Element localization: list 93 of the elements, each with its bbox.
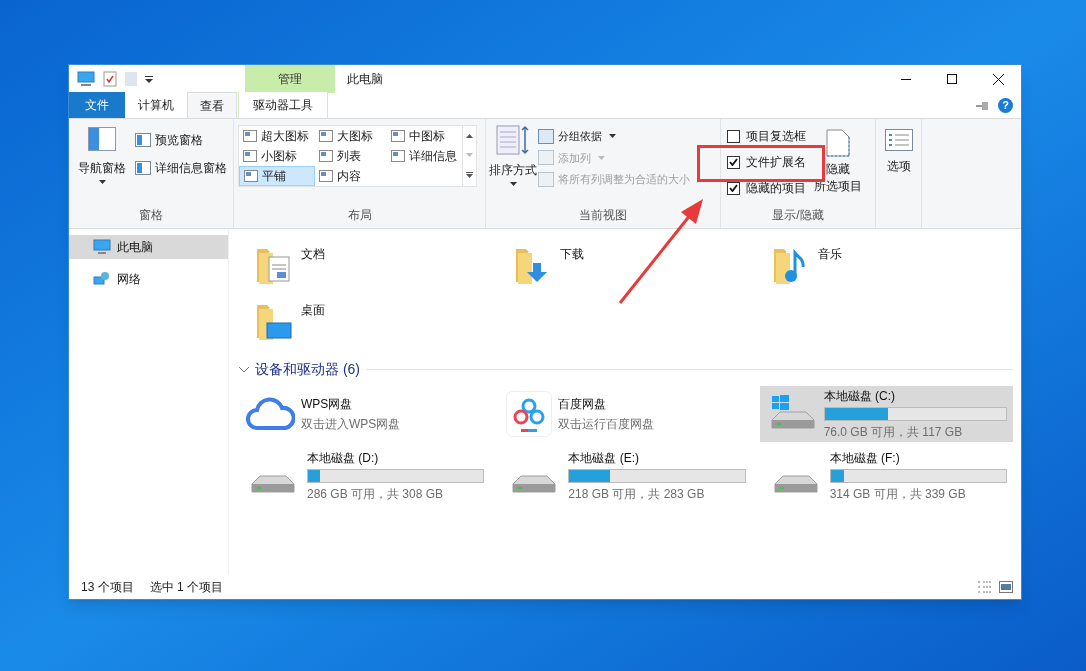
navigation-pane-icon xyxy=(88,127,116,151)
drive-tile[interactable]: 百度网盘 双击运行百度网盘 xyxy=(498,386,752,442)
checkbox[interactable] xyxy=(727,129,740,143)
drive-details: 314 GB 可用，共 339 GB xyxy=(829,486,967,503)
checkbox-label: 文件扩展名 xyxy=(746,154,806,171)
columns-icon xyxy=(538,128,554,144)
computer-icon[interactable] xyxy=(77,71,95,87)
drive-tile[interactable]: 本地磁盘 (D:) 286 GB 可用，共 308 GB xyxy=(237,448,491,504)
sort-icon xyxy=(496,125,530,155)
chevron-icon[interactable] xyxy=(239,366,249,373)
drive-name: 本地磁盘 (C:) xyxy=(823,388,896,405)
folder-name[interactable]: 下载 xyxy=(559,243,584,263)
properties-icon[interactable] xyxy=(103,71,117,87)
drive-details: 286 GB 可用，共 308 GB xyxy=(307,486,445,503)
app-icon xyxy=(506,391,553,437)
caret-icon xyxy=(598,155,605,160)
monitor-icon xyxy=(93,239,111,255)
view-icon xyxy=(319,150,333,162)
drive-name: 本地磁盘 (D:) xyxy=(307,450,380,467)
drive-details: 76.0 GB 可用，共 117 GB xyxy=(823,424,964,441)
layout-option[interactable]: 小图标 xyxy=(239,146,315,166)
checkbox[interactable] xyxy=(727,155,740,169)
drive-name: 本地磁盘 (E:) xyxy=(568,450,640,467)
drive-details: 双击进入WPS网盘 xyxy=(301,416,402,433)
layout-option[interactable]: 超大图标 xyxy=(239,126,315,146)
drive-tile[interactable]: 本地磁盘 (C:) 76.0 GB 可用，共 117 GB xyxy=(759,386,1013,442)
help-button[interactable]: ? xyxy=(998,98,1013,113)
group-label: 当前视图 xyxy=(578,207,628,224)
network-icon xyxy=(93,271,111,287)
pin-icon[interactable] xyxy=(976,101,990,110)
layout-option[interactable]: 详细信息 xyxy=(387,146,461,166)
caret-icon xyxy=(98,180,106,184)
layout-option[interactable]: 平铺 xyxy=(239,166,315,186)
layout-option[interactable]: 内容 xyxy=(315,166,387,186)
hard-drive-icon xyxy=(248,475,298,493)
columns-icon xyxy=(538,150,554,166)
folder-name[interactable]: 文档 xyxy=(301,243,325,263)
options-icon xyxy=(884,129,913,151)
context-tab-header: 管理 xyxy=(245,65,335,93)
expand-icon[interactable] xyxy=(466,172,473,179)
ribbon-tab[interactable]: 计算机 xyxy=(126,92,186,118)
item-count: 13 个项目 xyxy=(81,579,134,596)
view-icon xyxy=(319,130,333,142)
navigation-pane-button[interactable]: 导航窗格 xyxy=(73,127,131,184)
ribbon-tab[interactable]: 文件 xyxy=(69,92,125,118)
view-option-button[interactable]: 分组依据 xyxy=(538,128,690,145)
maximize-icon xyxy=(947,74,957,84)
folder-name[interactable]: 音乐 xyxy=(818,243,843,263)
folder-name[interactable]: 桌面 xyxy=(301,299,325,319)
drive-details: 双击运行百度网盘 xyxy=(558,416,656,433)
close-icon xyxy=(992,73,1004,85)
caret-icon xyxy=(509,182,517,186)
group-label: 布局 xyxy=(346,207,373,224)
tiles-view-icon[interactable] xyxy=(999,581,1013,593)
drive-name: 本地磁盘 (F:) xyxy=(829,450,901,467)
pane-option-button[interactable]: 详细信息窗格 xyxy=(135,159,227,177)
layout-option[interactable]: 中图标 xyxy=(387,126,461,146)
pane-option-button[interactable]: 预览窗格 xyxy=(135,131,227,149)
dropdown-icon[interactable] xyxy=(145,74,153,84)
section-header[interactable]: 设备和驱动器 (6) xyxy=(255,359,360,380)
pane-icon xyxy=(135,161,151,175)
ribbon-tab[interactable]: 查看 xyxy=(187,92,237,118)
layout-option[interactable]: 列表 xyxy=(315,146,387,166)
ribbon-tab[interactable]: 驱动器工具 xyxy=(238,92,328,118)
drive-tile[interactable]: WPS网盘 双击进入WPS网盘 xyxy=(237,386,491,442)
columns-icon xyxy=(538,171,554,187)
group-label: 显示/隐藏 xyxy=(771,207,825,224)
nav-item[interactable]: 此电脑 xyxy=(69,235,228,259)
view-icon xyxy=(391,150,405,162)
drive-name: 百度网盘 xyxy=(558,396,608,413)
selection-count: 选中 1 个项目 xyxy=(149,579,224,596)
view-icon xyxy=(244,170,258,182)
drive-name: WPS网盘 xyxy=(301,396,354,413)
group-label: 窗格 xyxy=(138,207,164,224)
minimize-icon xyxy=(901,78,911,80)
sort-button[interactable]: 排序方式 xyxy=(488,125,538,206)
nav-item[interactable]: 网络 xyxy=(69,267,228,291)
checkbox-label: 隐藏的项目 xyxy=(746,180,806,197)
checkbox-label: 项目复选框 xyxy=(746,128,806,145)
hidden-page-icon xyxy=(826,129,850,157)
drive-details: 218 GB 可用，共 283 GB xyxy=(568,486,706,503)
drive-tile[interactable]: 本地磁盘 (F:) 314 GB 可用，共 339 GB xyxy=(759,448,1013,504)
view-icon xyxy=(243,130,257,142)
view-icon xyxy=(319,170,333,182)
view-icon xyxy=(391,130,405,142)
layout-option[interactable]: 大图标 xyxy=(315,126,387,146)
window-title: 此电脑 xyxy=(346,71,383,88)
view-icon xyxy=(243,150,257,162)
scroll-up-icon[interactable] xyxy=(466,133,473,138)
pane-icon xyxy=(135,133,151,147)
caret-icon xyxy=(609,134,616,139)
options-button[interactable]: 选项 xyxy=(876,119,921,175)
drive-tile[interactable]: 本地磁盘 (E:) 218 GB 可用，共 283 GB xyxy=(498,448,752,504)
